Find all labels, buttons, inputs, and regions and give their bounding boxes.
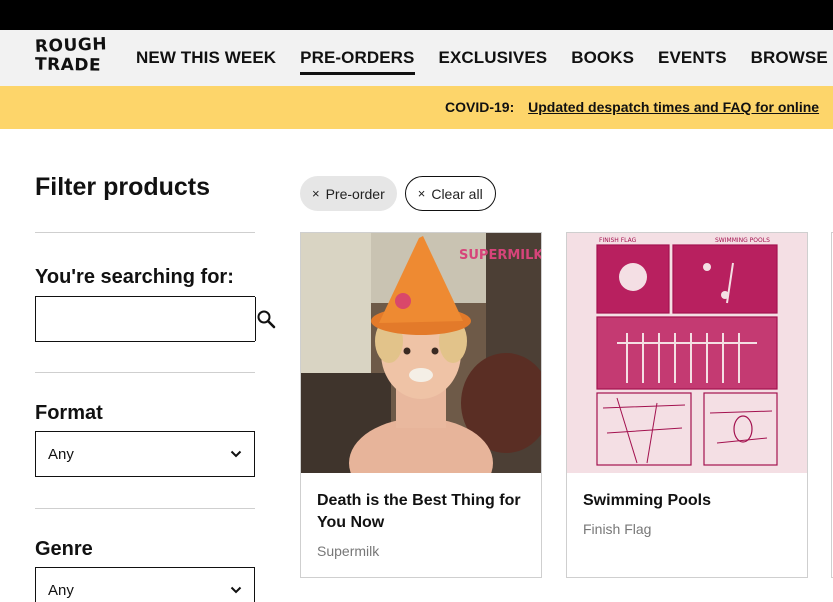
album-cover-image: FINISH FLAG SWIMMING POOLS [567, 233, 807, 473]
genre-select[interactable]: Any [35, 567, 255, 602]
preorder-filter-chip[interactable]: × Pre-order [300, 176, 397, 211]
active-filters: × Pre-order × Clear all [300, 176, 496, 211]
product-title[interactable]: Swimming Pools [583, 490, 798, 512]
chip-label: Clear all [431, 185, 483, 202]
divider [35, 508, 255, 509]
search-box [35, 296, 276, 342]
chevron-down-icon [230, 586, 242, 594]
genre-value: Any [48, 581, 74, 599]
format-value: Any [48, 445, 74, 463]
format-label: Format [35, 402, 103, 424]
nav-links: NEW THIS WEEK PRE-ORDERS EXCLUSIVES BOOK… [136, 48, 833, 75]
chevron-down-icon [230, 450, 242, 458]
album-art-text-right: SWIMMING POOLS [715, 237, 770, 244]
divider [35, 232, 255, 233]
album-art-text-left: FINISH FLAG [599, 237, 637, 244]
product-artist[interactable]: Finish Flag [583, 521, 651, 537]
chip-label: Pre-order [325, 185, 385, 202]
nav-new-this-week[interactable]: NEW THIS WEEK [136, 48, 276, 68]
covid-banner: COVID-19: Updated despatch times and FAQ… [0, 86, 833, 129]
product-card[interactable]: SUPERMILK Death is the Best Thing for Yo… [300, 232, 542, 578]
divider [35, 372, 255, 373]
album-art-text: SUPERMILK [459, 248, 541, 263]
rough-trade-logo[interactable]: ROUGH TRADE [34, 34, 108, 76]
search-button[interactable] [255, 297, 276, 341]
clear-all-chip[interactable]: × Clear all [404, 176, 496, 211]
album-cover-image: SUPERMILK [301, 233, 541, 473]
logo-line-1: ROUGH [34, 34, 108, 57]
banner-link[interactable]: Updated despatch times and FAQ for onlin… [528, 99, 819, 115]
product-title[interactable]: Death is the Best Thing for You Now [317, 490, 532, 534]
nav-pre-orders[interactable]: PRE-ORDERS [300, 48, 415, 75]
search-icon [257, 310, 276, 329]
format-select[interactable]: Any [35, 431, 255, 477]
top-black-bar [0, 0, 833, 30]
nav-books[interactable]: BOOKS [571, 48, 634, 68]
logo-line-2: TRADE [34, 54, 102, 76]
close-icon: × [312, 186, 320, 201]
product-artist[interactable]: Supermilk [317, 543, 379, 559]
product-card[interactable]: FINISH FLAG SWIMMING POOLS Swimming Pool… [566, 232, 808, 578]
nav-browse-label: BROWSE [750, 48, 828, 67]
genre-label: Genre [35, 538, 93, 560]
banner-label: COVID-19: [445, 99, 515, 115]
search-input[interactable] [36, 297, 255, 341]
nav-exclusives[interactable]: EXCLUSIVES [439, 48, 548, 68]
nav-events[interactable]: EVENTS [658, 48, 727, 68]
nav-browse[interactable]: BROWSE [751, 48, 833, 68]
search-label: You're searching for: [35, 266, 234, 288]
main-navigation: ROUGH TRADE NEW THIS WEEK PRE-ORDERS EXC… [0, 30, 833, 86]
filter-title: Filter products [35, 173, 211, 201]
close-icon: × [417, 186, 426, 201]
